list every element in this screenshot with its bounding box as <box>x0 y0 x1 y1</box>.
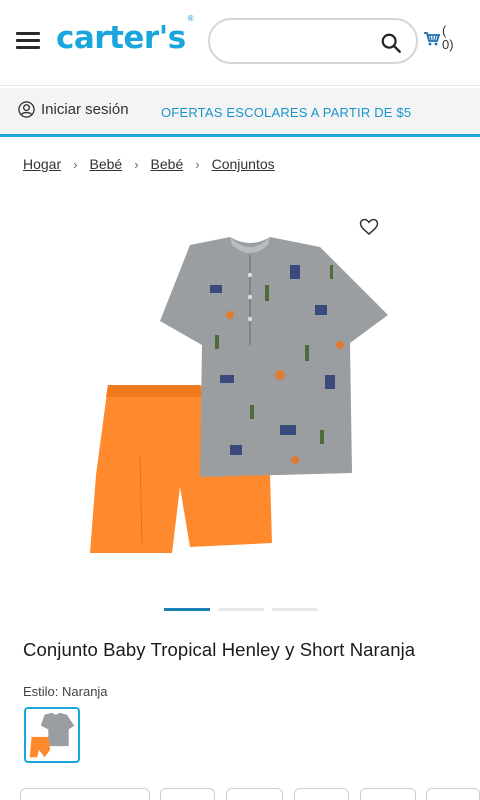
cart-icon <box>424 32 440 46</box>
search-box <box>208 18 418 64</box>
utility-bar: Iniciar sesión OFERTAS ESCOLARES A PARTI… <box>0 88 480 134</box>
product-image[interactable] <box>80 225 400 585</box>
user-icon <box>18 101 35 118</box>
promo-banner-link[interactable]: OFERTAS ESCOLARES A PARTIR DE $5 <box>161 105 411 120</box>
carters-logo[interactable]: carter's® <box>56 14 195 56</box>
logo-text: carter's <box>56 20 186 56</box>
style-swatch-naranja[interactable] <box>24 707 80 763</box>
breadcrumb-item-bebe[interactable]: Bebé <box>89 156 122 172</box>
swatch-thumbnail <box>29 712 75 758</box>
carousel-indicators <box>164 608 326 611</box>
carousel-dot[interactable] <box>164 608 210 611</box>
size-option[interactable] <box>426 788 480 800</box>
size-option[interactable] <box>20 788 150 800</box>
breadcrumb-item-conjuntos[interactable]: Conjuntos <box>212 156 275 172</box>
search-input[interactable] <box>224 30 374 52</box>
chevron-right-icon: › <box>195 156 200 172</box>
carousel-dot[interactable] <box>218 608 264 611</box>
site-header: carter's® ( 0) <box>0 0 480 86</box>
breadcrumb-item-bebe-sub[interactable]: Bebé <box>151 156 184 172</box>
product-title: Conjunto Baby Tropical Henley y Short Na… <box>23 639 416 660</box>
breadcrumb: Hogar › Bebé › Bebé › Conjuntos <box>23 156 275 172</box>
size-option[interactable] <box>226 788 283 800</box>
size-option[interactable] <box>360 788 416 800</box>
signin-label: Iniciar sesión <box>41 101 129 118</box>
accent-divider <box>0 134 480 137</box>
chevron-right-icon: › <box>73 156 78 172</box>
cart-count: ( 0) <box>442 23 454 52</box>
breadcrumb-item-hogar[interactable]: Hogar <box>23 156 61 172</box>
carousel-dot[interactable] <box>272 608 318 611</box>
heart-icon[interactable] <box>359 218 379 236</box>
search-icon[interactable] <box>380 32 402 54</box>
signin-link[interactable]: Iniciar sesión <box>18 101 129 118</box>
style-label: Estilo: Naranja <box>23 684 108 699</box>
hamburger-menu-icon[interactable] <box>16 30 42 52</box>
cart-button[interactable]: ( 0) <box>424 24 466 56</box>
size-option[interactable] <box>294 788 349 800</box>
size-selector-row <box>0 788 480 800</box>
chevron-right-icon: › <box>134 156 139 172</box>
size-option[interactable] <box>160 788 215 800</box>
